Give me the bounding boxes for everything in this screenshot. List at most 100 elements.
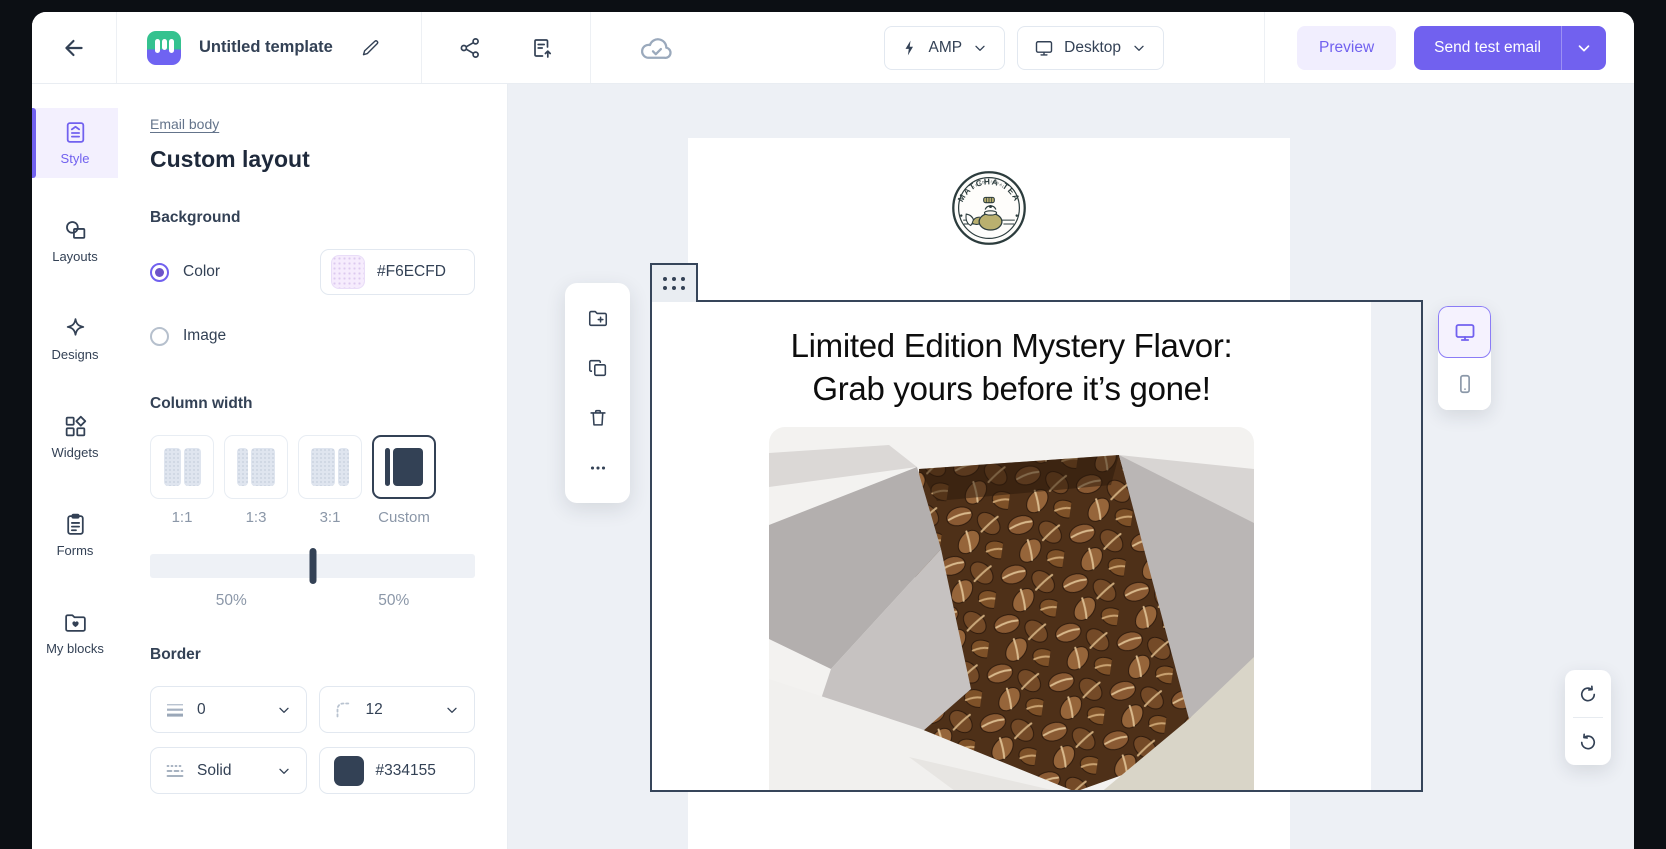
- properties-panel: Email body Custom layout Background Colo…: [118, 84, 508, 849]
- email-heading-line2: Grab yours before it’s gone!: [652, 367, 1371, 410]
- border-color-value: #334155: [376, 762, 436, 780]
- border-width-icon: [165, 700, 185, 720]
- column-thumb: [338, 448, 349, 486]
- redo-button[interactable]: [1565, 718, 1611, 765]
- more-options-button[interactable]: [565, 443, 630, 493]
- border-radius-icon: [334, 700, 354, 720]
- radio-selected[interactable]: [150, 263, 169, 282]
- canvas-device-toggle: [1438, 306, 1491, 410]
- radio-unselected[interactable]: [150, 327, 169, 346]
- send-test-email-button[interactable]: Send test email: [1414, 26, 1561, 70]
- selected-layout-block[interactable]: Limited Edition Mystery Flavor: Grab you…: [650, 300, 1423, 792]
- desktop-icon: [1453, 320, 1477, 344]
- sidebar-item-layouts[interactable]: Layouts: [32, 206, 118, 276]
- send-test-email-caret-button[interactable]: [1561, 26, 1606, 70]
- column-thumb: [251, 448, 275, 486]
- back-button[interactable]: [54, 28, 94, 68]
- top-bar: Untitled template AMP Desktop: [32, 12, 1634, 84]
- export-template-button[interactable]: [522, 28, 562, 68]
- border-section-heading: Border: [150, 646, 475, 664]
- share-button[interactable]: [450, 28, 490, 68]
- header-divider: [1264, 12, 1265, 84]
- background-color-swatch: [331, 255, 365, 289]
- left-column-percent: 50%: [150, 592, 313, 610]
- email-heading[interactable]: Limited Edition Mystery Flavor: Grab you…: [652, 324, 1371, 410]
- layouts-icon: [63, 218, 88, 243]
- chevron-down-icon: [444, 702, 460, 718]
- chevron-down-icon: [276, 763, 292, 779]
- background-color-label: Color: [183, 263, 220, 281]
- undo-icon: [1578, 684, 1598, 704]
- column-thumb: [311, 448, 335, 486]
- chevron-down-icon: [276, 702, 292, 718]
- background-section-heading: Background: [150, 209, 475, 227]
- column-width-slider[interactable]: [150, 554, 475, 578]
- sidebar-item-label: Designs: [52, 347, 99, 362]
- desktop-view-button[interactable]: [1438, 306, 1491, 358]
- sidebar-item-label: Layouts: [52, 249, 98, 264]
- undo-button[interactable]: [1565, 670, 1611, 717]
- column-option-1-1[interactable]: [150, 435, 214, 499]
- border-width-dropdown[interactable]: 0: [150, 686, 307, 733]
- column-thumb: [385, 448, 390, 486]
- column-option-3-1[interactable]: [298, 435, 362, 499]
- preview-button[interactable]: Preview: [1297, 26, 1396, 70]
- border-style-icon: [165, 761, 185, 781]
- export-doc-icon: [530, 36, 554, 60]
- matcha-tea-brand-logo: MATCHA TEA TRADITIONAL: [951, 170, 1027, 246]
- border-color-input[interactable]: #334155: [319, 747, 476, 794]
- more-dots-icon: [587, 457, 609, 479]
- share-icon: [458, 36, 482, 60]
- sidebar-item-widgets[interactable]: Widgets: [32, 402, 118, 472]
- border-style-dropdown[interactable]: Solid: [150, 747, 307, 794]
- column-thumb: [164, 448, 181, 486]
- back-segment: [32, 12, 117, 83]
- share-segment: [422, 12, 591, 83]
- back-arrow-icon: [61, 35, 87, 61]
- mobile-view-button[interactable]: [1438, 358, 1491, 410]
- background-color-radio-option[interactable]: Color: [150, 263, 220, 282]
- amp-mode-label: AMP: [929, 39, 963, 57]
- column-thumb: [393, 448, 423, 486]
- column-width-option-labels: 1:1 1:3 3:1 Custom: [150, 509, 475, 526]
- sidebar-item-forms[interactable]: Forms: [32, 500, 118, 570]
- amp-mode-dropdown[interactable]: AMP: [884, 26, 1006, 70]
- add-to-blocks-icon: [587, 307, 609, 329]
- column-percentages: 50% 50%: [150, 592, 475, 610]
- coffee-beans-illustration: [769, 427, 1254, 792]
- border-radius-dropdown[interactable]: 12: [319, 686, 476, 733]
- chevron-down-icon: [972, 40, 988, 56]
- border-color-swatch: [334, 756, 364, 786]
- send-test-email-split-button: Send test email: [1414, 26, 1606, 70]
- save-to-blocks-button[interactable]: [565, 293, 630, 343]
- template-name: Untitled template: [199, 38, 333, 57]
- chevron-down-icon: [1575, 39, 1593, 57]
- email-heading-line1: Limited Edition Mystery Flavor:: [652, 324, 1371, 367]
- rename-template-button[interactable]: [351, 28, 391, 68]
- column-width-options: [150, 435, 475, 499]
- desktop-icon: [1034, 38, 1054, 58]
- duplicate-block-button[interactable]: [565, 343, 630, 393]
- column-option-1-3[interactable]: [224, 435, 288, 499]
- column-option-custom[interactable]: [372, 435, 436, 499]
- sidebar-item-designs[interactable]: Designs: [32, 304, 118, 374]
- column-width-section-heading: Column width: [150, 395, 475, 413]
- sidebar-item-label: Forms: [57, 543, 94, 558]
- left-rail: Style Layouts Designs Widgets Forms My b…: [32, 84, 118, 849]
- background-color-input[interactable]: #F6ECFD: [320, 249, 475, 295]
- cloud-saved-icon: [639, 33, 675, 63]
- my-blocks-icon: [63, 610, 88, 635]
- duplicate-icon: [587, 357, 609, 379]
- sidebar-item-label: My blocks: [46, 641, 104, 656]
- column-width-slider-handle[interactable]: [309, 548, 316, 584]
- column-thumb: [237, 448, 248, 486]
- block-drag-handle[interactable]: [650, 263, 698, 302]
- background-image-radio-option[interactable]: Image: [150, 327, 226, 346]
- sidebar-item-style[interactable]: Style: [32, 108, 118, 178]
- breadcrumb-email-body-link[interactable]: Email body: [150, 116, 219, 132]
- delete-block-button[interactable]: [565, 393, 630, 443]
- device-mode-dropdown[interactable]: Desktop: [1017, 26, 1164, 70]
- sidebar-item-my-blocks[interactable]: My blocks: [32, 598, 118, 668]
- coffee-beans-image[interactable]: [769, 427, 1254, 792]
- app-logo: [147, 31, 181, 65]
